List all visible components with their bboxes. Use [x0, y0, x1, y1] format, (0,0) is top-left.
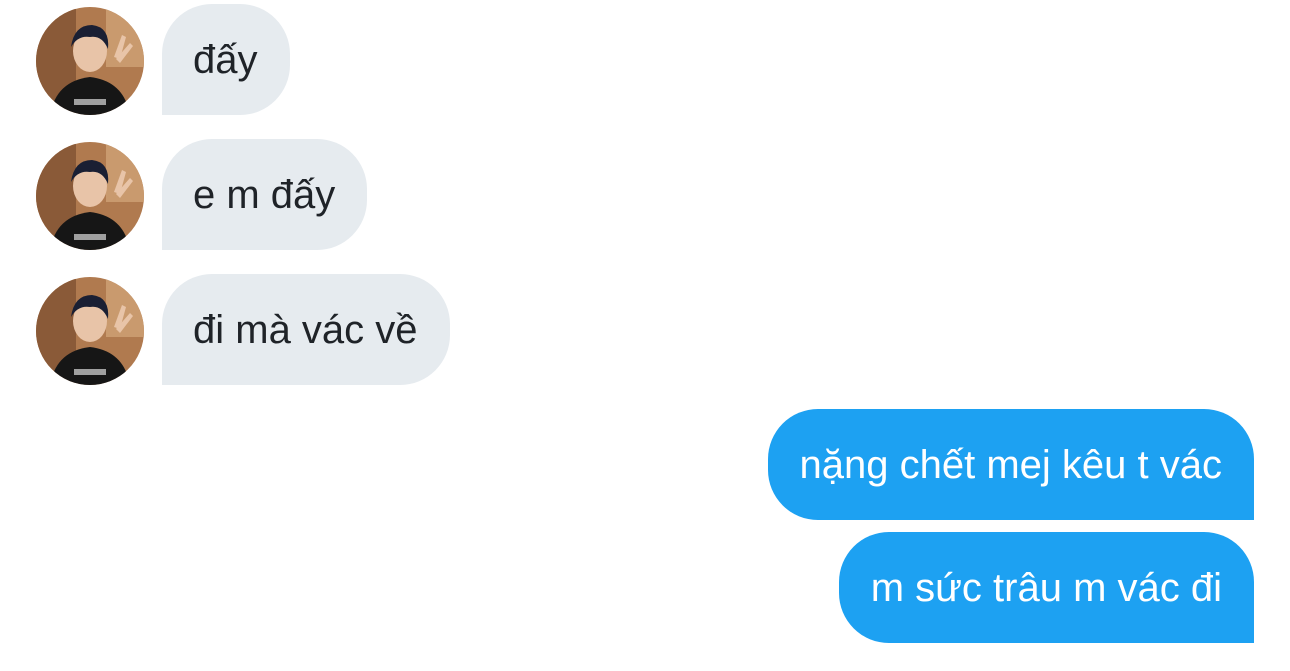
- message-row-outgoing: nặng chết mej kêu t vác: [767, 409, 1254, 520]
- avatar-photo: [36, 7, 144, 115]
- message-row-incoming: e m đấy: [36, 139, 368, 250]
- message-bubble-outgoing[interactable]: nặng chết mej kêu t vác: [767, 409, 1254, 520]
- message-row-outgoing: m sức trâu m vác đi: [838, 532, 1254, 643]
- message-bubble-outgoing[interactable]: m sức trâu m vác đi: [838, 532, 1254, 643]
- message-bubble-incoming[interactable]: e m đấy: [162, 139, 368, 250]
- avatar[interactable]: [36, 7, 144, 115]
- chat-thread: đấy e m đấy đi mà vác về nặng chết mej k…: [0, 0, 1290, 671]
- avatar[interactable]: [36, 277, 144, 385]
- message-row-incoming: đi mà vác về: [36, 274, 450, 385]
- avatar-photo: [36, 277, 144, 385]
- message-row-incoming: đấy: [36, 4, 290, 115]
- message-bubble-incoming[interactable]: đi mà vác về: [162, 274, 450, 385]
- avatar[interactable]: [36, 142, 144, 250]
- avatar-photo: [36, 142, 144, 250]
- message-bubble-incoming[interactable]: đấy: [162, 4, 290, 115]
